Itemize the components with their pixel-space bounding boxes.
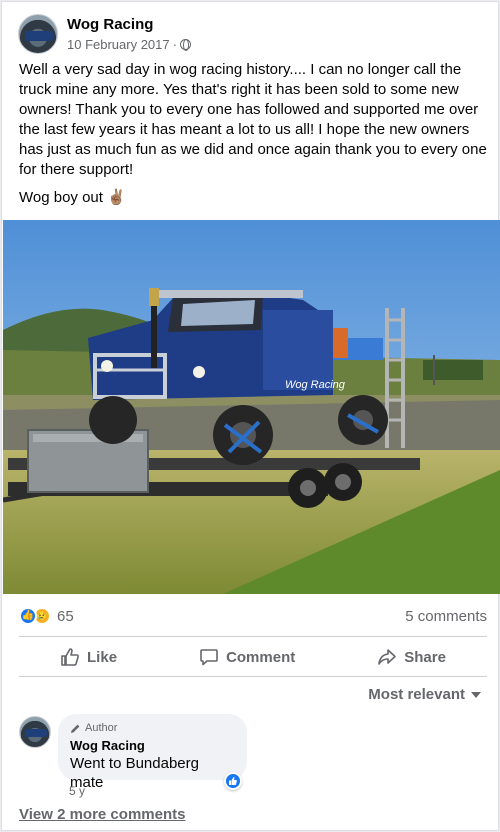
post-header: Wog Racing 10 February 2017 · (18, 14, 191, 54)
truck-photo-image: Wog Racing (3, 220, 500, 594)
like-label: Like (87, 648, 118, 666)
stats-divider (19, 636, 487, 637)
commenter-name[interactable]: Wog Racing (70, 737, 235, 754)
like-icon: 👍 (19, 607, 37, 625)
pencil-icon (71, 724, 80, 733)
comments-count[interactable]: 5 comments (405, 608, 487, 625)
thumbs-up-icon (229, 777, 237, 785)
comment-bubble: Author Wog Racing Went to Bundaberg mate (58, 714, 247, 791)
post-body: Well a very sad day in wog racing histor… (19, 61, 487, 178)
post-actions: Like Comment Share (19, 638, 487, 676)
reaction-count[interactable]: 65 (57, 608, 74, 625)
author-badge: Author (70, 721, 235, 735)
page-name[interactable]: Wog Racing (67, 15, 191, 34)
like-button[interactable]: Like (60, 647, 117, 667)
comment-text: Went to Bundaberg mate (70, 755, 199, 791)
comment-timestamp[interactable]: 5 y (69, 784, 85, 798)
share-icon (378, 649, 397, 665)
share-button[interactable]: Share (377, 647, 446, 667)
comment-sort-label: Most relevant (368, 686, 465, 703)
actions-divider (19, 676, 487, 677)
post-stats: 👍 😢 65 5 comments (19, 605, 487, 627)
signoff-text: Wog boy out (19, 189, 103, 206)
thumbs-up-icon (61, 648, 79, 666)
post-meta: 10 February 2017 · (67, 36, 191, 53)
victory-hand-emoji: ✌🏽 (107, 189, 126, 206)
caret-down-icon (471, 691, 481, 698)
header-text: Wog Racing 10 February 2017 · (67, 15, 191, 53)
reactions-summary[interactable]: 👍 😢 65 (19, 607, 74, 625)
post-date[interactable]: 10 February 2017 (67, 36, 170, 53)
comment-icon (200, 649, 218, 666)
comment-button[interactable]: Comment (199, 647, 295, 667)
comment-sort-dropdown[interactable]: Most relevant (368, 686, 481, 703)
post-signoff: Wog boy out ✌🏽 (19, 188, 126, 208)
post-photo[interactable]: Wog Racing (3, 220, 500, 594)
author-badge-label: Author (85, 722, 118, 734)
comment-like-reaction-icon[interactable] (224, 772, 242, 790)
page-avatar[interactable] (18, 14, 58, 54)
post-card: Wog Racing 10 February 2017 · Well a ver… (1, 1, 500, 831)
commenter-avatar[interactable] (19, 716, 51, 748)
globe-icon (179, 39, 191, 51)
meta-separator: · (172, 37, 177, 52)
comment-label: Comment (226, 648, 296, 666)
truck-sticker-text: Wog Racing (285, 379, 346, 391)
share-label: Share (404, 648, 446, 666)
view-more-comments-link[interactable]: View 2 more comments (19, 806, 185, 823)
